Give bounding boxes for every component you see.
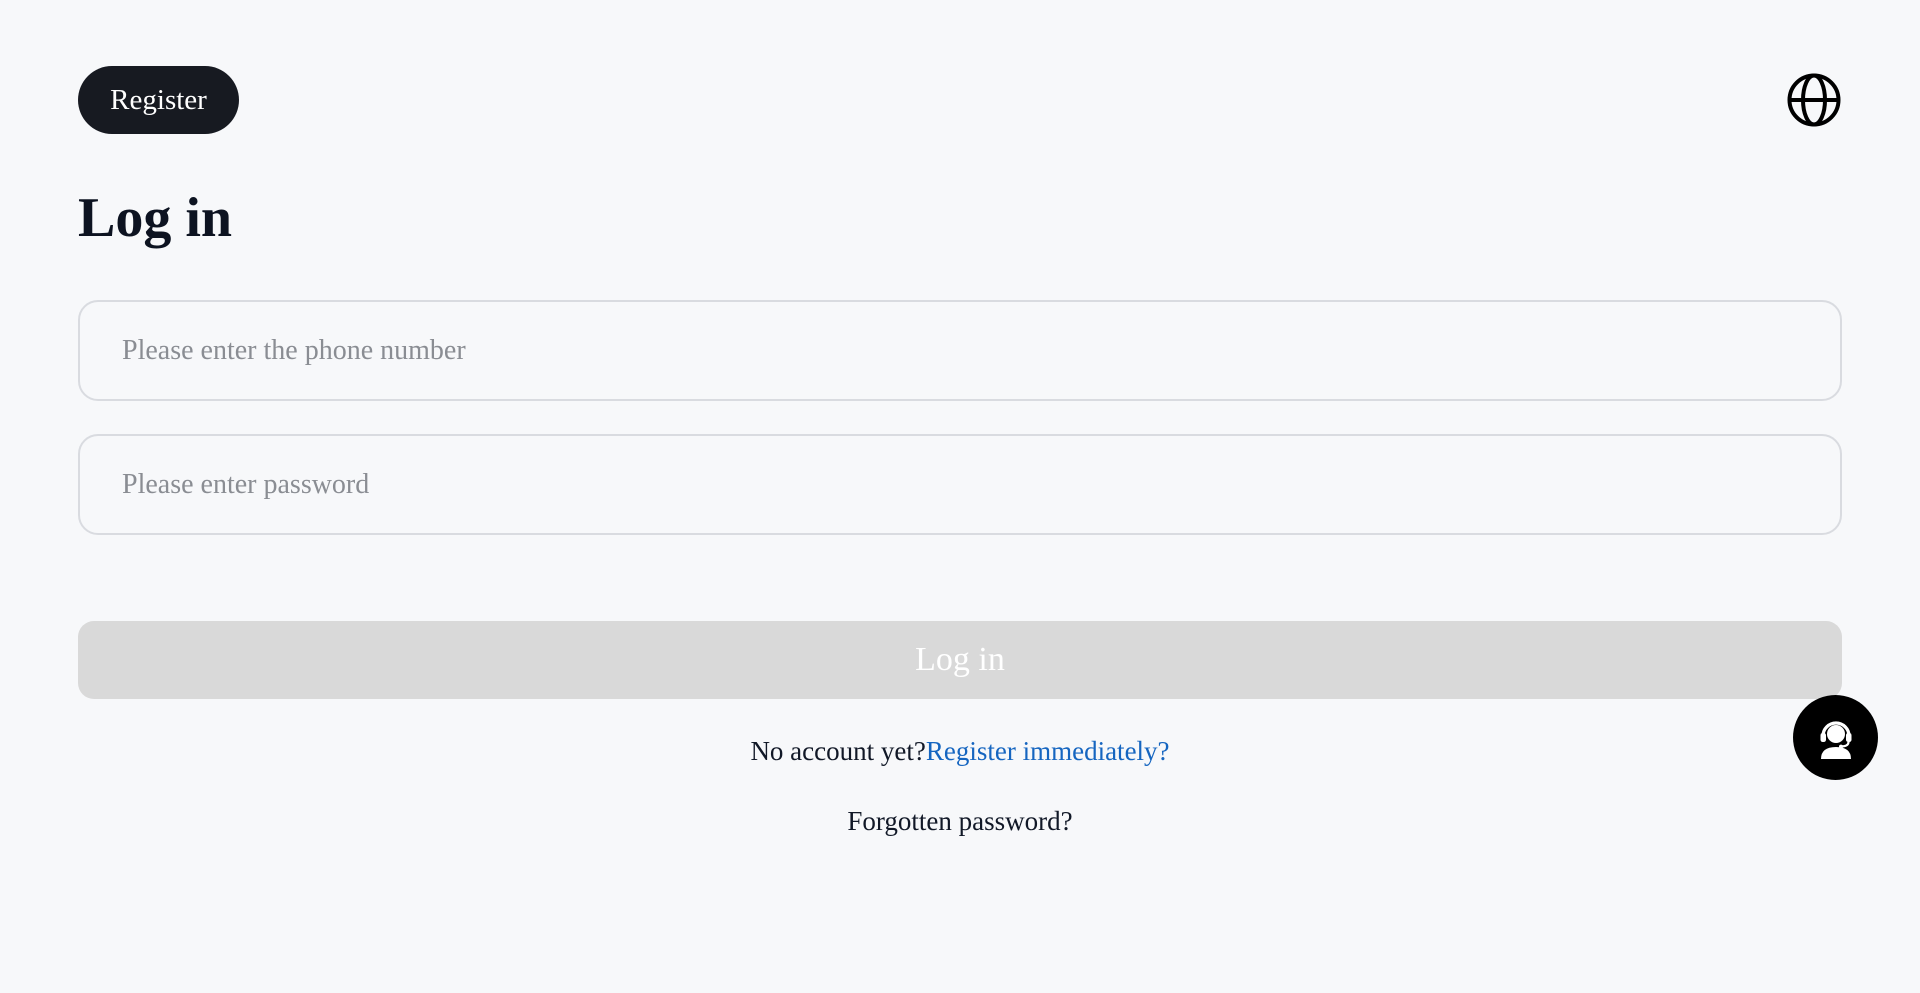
phone-number-input[interactable]: Please enter the phone number <box>78 300 1842 401</box>
register-immediately-link[interactable]: Register immediately? <box>926 736 1170 766</box>
register-button-label: Register <box>110 83 207 116</box>
register-button[interactable]: Register <box>78 66 239 134</box>
phone-number-placeholder: Please enter the phone number <box>122 334 466 366</box>
forgot-password-row: Forgotten password? <box>0 806 1920 837</box>
customer-support-button[interactable] <box>1793 695 1878 780</box>
login-page: Register Log in Please enter the phone n… <box>0 0 1920 993</box>
forgot-password-link[interactable]: Forgotten password? <box>847 806 1072 836</box>
globe-icon[interactable] <box>1786 72 1842 128</box>
login-button-label: Log in <box>915 641 1005 678</box>
page-title: Log in <box>78 187 233 249</box>
customer-service-icon <box>1820 720 1851 759</box>
login-button[interactable]: Log in <box>78 621 1842 699</box>
password-placeholder: Please enter password <box>122 468 370 500</box>
password-input[interactable]: Please enter password <box>78 434 1842 535</box>
register-prompt: No account yet?Register immediately? <box>0 736 1920 767</box>
no-account-text: No account yet? <box>750 736 926 766</box>
